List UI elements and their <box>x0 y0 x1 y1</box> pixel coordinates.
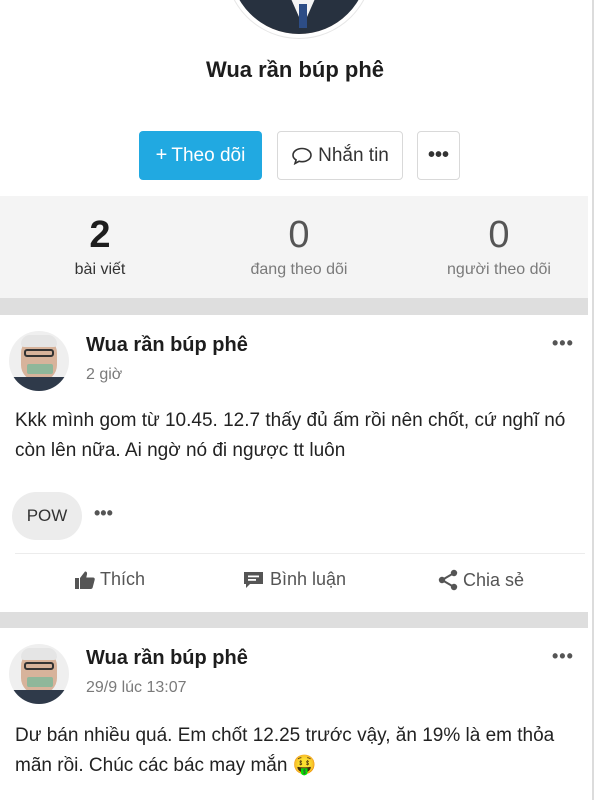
stat-followers[interactable]: 0 người theo dõi <box>414 212 584 279</box>
section-divider <box>0 298 588 315</box>
stat-posts-label: bài viết <box>74 261 126 278</box>
comment-icon <box>244 571 263 588</box>
post-card: Wua rần búp phê 29/9 lúc 13:07 ••• Dư bá… <box>0 628 588 800</box>
share-button[interactable]: Chia sẻ <box>437 569 524 591</box>
stat-followers-label: người theo dõi <box>447 261 551 278</box>
follow-button-label: Theo dõi <box>171 144 246 166</box>
post-author-avatar[interactable] <box>9 644 69 704</box>
post-card: Wua rần búp phê 2 giờ ••• Kkk mình gom t… <box>0 315 588 612</box>
speech-bubble-icon <box>292 147 312 165</box>
post-more-icon[interactable]: ••• <box>552 646 574 667</box>
action-divider <box>15 553 585 554</box>
message-button[interactable]: Nhắn tin <box>277 131 403 180</box>
post-content: Dư bán nhiều quá. Em chốt 12.25 trước vậ… <box>15 725 555 776</box>
stat-posts-count: 2 <box>89 214 111 256</box>
thumbs-up-icon <box>75 571 95 589</box>
follow-button[interactable]: + Theo dõi <box>139 131 262 180</box>
share-icon <box>438 569 458 591</box>
post-content: Kkk mình gom từ 10.45. 12.7 thấy đủ ấm r… <box>15 410 566 461</box>
more-options-button[interactable]: ••• <box>417 131 460 180</box>
message-button-label: Nhắn tin <box>318 144 389 166</box>
ellipsis-icon: ••• <box>427 144 449 166</box>
stat-followers-count: 0 <box>488 214 510 256</box>
post-author-name[interactable]: Wua rần búp phê <box>86 647 248 670</box>
share-label: Chia sẻ <box>463 569 525 590</box>
profile-stats: 2 bài viết 0 đang theo dõi 0 người theo … <box>0 196 588 298</box>
post-tag[interactable]: POW <box>12 492 82 540</box>
post-timestamp: 29/9 lúc 13:07 <box>86 679 187 696</box>
profile-name: Wua rần búp phê <box>205 57 385 82</box>
like-button[interactable]: Thích <box>74 569 145 590</box>
post-author-avatar[interactable] <box>9 331 69 391</box>
section-divider <box>0 612 588 628</box>
like-label: Thích <box>100 569 146 589</box>
comment-label: Bình luận <box>270 569 347 589</box>
post-more-icon[interactable]: ••• <box>552 333 574 354</box>
stat-following-label: đang theo dõi <box>250 261 348 278</box>
tag-more-icon[interactable]: ••• <box>94 503 113 524</box>
scrollbar-track <box>586 0 600 800</box>
stat-posts[interactable]: 2 bài viết <box>15 212 185 279</box>
comment-button[interactable]: Bình luận <box>242 569 346 590</box>
profile-avatar[interactable] <box>226 0 372 38</box>
post-timestamp: 2 giờ <box>86 366 123 383</box>
plus-icon: + <box>155 144 168 166</box>
stat-following-count: 0 <box>288 214 310 256</box>
post-author-name[interactable]: Wua rần búp phê <box>86 334 248 357</box>
stat-following[interactable]: 0 đang theo dõi <box>214 212 384 279</box>
